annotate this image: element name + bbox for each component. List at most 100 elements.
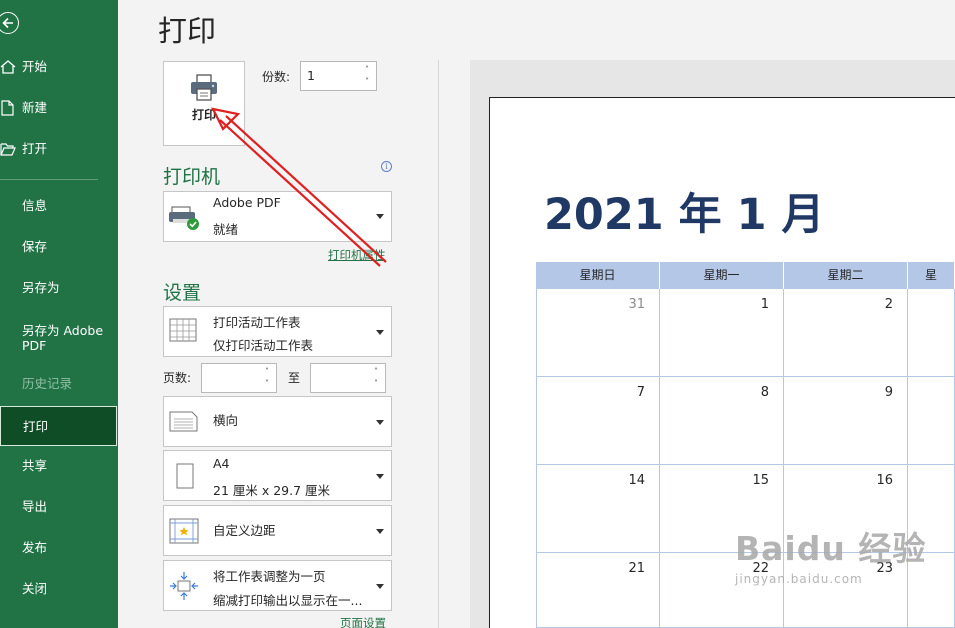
spin-arrows[interactable]: ˄ ˅ xyxy=(371,366,381,390)
spin-arrows[interactable]: ˄ ˅ xyxy=(262,366,272,390)
worksheet-grid-icon xyxy=(169,318,197,342)
margins-dropdown[interactable]: 自定义边距 xyxy=(163,505,392,556)
sidebar-item-label: 历史记录 xyxy=(22,376,73,391)
copies-label: 份数: xyxy=(262,70,291,84)
sidebar-item-open[interactable]: 打开 xyxy=(0,129,118,169)
sidebar-item-publish[interactable]: 发布 xyxy=(0,528,118,568)
sidebar-item-label: 共享 xyxy=(22,458,48,473)
pages-from-stepper[interactable]: ˄ ˅ xyxy=(201,363,277,393)
spin-arrows[interactable]: ˄ ˅ xyxy=(362,64,372,88)
print-button-label: 打印 xyxy=(191,108,216,122)
chevron-down-icon[interactable]: ˅ xyxy=(262,378,272,390)
chevron-up-icon[interactable]: ˄ xyxy=(262,366,272,378)
sidebar-item-label: 打开 xyxy=(22,141,48,156)
chevron-down-icon[interactable]: ˅ xyxy=(371,378,381,390)
sidebar-item-label: 导出 xyxy=(22,499,48,514)
sidebar-item-label: 新建 xyxy=(22,100,48,115)
paper-size-dimensions: 21 厘米 x 29.7 厘米 xyxy=(213,483,331,498)
landscape-page-icon xyxy=(169,411,198,432)
sidebar-item-print[interactable]: 打印 xyxy=(0,406,117,446)
print-button[interactable]: 打印 xyxy=(163,61,245,146)
sidebar-item-label: 打印 xyxy=(23,419,49,434)
calendar-day-number: 1 xyxy=(760,297,769,312)
printer-name: Adobe PDF xyxy=(213,195,281,210)
calendar-day-number: 15 xyxy=(752,473,769,488)
caret-down-icon xyxy=(376,214,384,219)
calendar-header-cell: 星期日 xyxy=(536,262,660,289)
margins-value: 自定义边距 xyxy=(213,523,276,538)
sidebar-item-history: 历史记录 xyxy=(0,364,118,404)
settings-section-title: 设置 xyxy=(163,282,202,304)
page-setup-link[interactable]: 页面设置 xyxy=(340,615,386,628)
printer-properties-link[interactable]: 打印机属性 xyxy=(328,247,386,263)
calendar-day-number: 21 xyxy=(628,561,645,576)
watermark-main: Baidu 经验 xyxy=(735,529,927,568)
sidebar-item-label: 信息 xyxy=(22,198,48,213)
calendar-day-cell: 1 xyxy=(660,289,784,377)
sidebar-item-save-as[interactable]: 另存为 xyxy=(0,268,118,308)
calendar-day-cell xyxy=(908,377,955,465)
sidebar-item-share[interactable]: 共享 xyxy=(0,446,118,486)
info-icon[interactable]: i xyxy=(381,161,392,172)
pages-label: 页数: xyxy=(163,371,192,385)
portrait-page-icon xyxy=(176,463,194,489)
printer-section-title: 打印机 xyxy=(163,166,221,188)
calendar-day-cell: 21 xyxy=(536,553,660,628)
backstage-sidebar: 开始 新建 打开 信息 保存 另存为 另存为 Adobe PDF 历史记录 打印… xyxy=(0,0,118,628)
scaling-dropdown[interactable]: 将工作表调整为一页 缩减打印输出以显示在一... xyxy=(163,560,392,611)
page-title: 打印 xyxy=(158,14,217,48)
sidebar-separator xyxy=(0,179,98,180)
orientation-value: 横向 xyxy=(213,413,239,428)
chevron-up-icon[interactable]: ˄ xyxy=(362,64,372,76)
sidebar-item-home[interactable]: 开始 xyxy=(0,47,118,87)
orientation-dropdown[interactable]: 横向 xyxy=(163,396,392,447)
calendar-day-number: 9 xyxy=(884,385,893,400)
sidebar-item-save[interactable]: 保存 xyxy=(0,227,118,267)
printer-dropdown[interactable]: Adobe PDF 就绪 xyxy=(163,191,392,242)
arrow-left-icon xyxy=(2,17,13,29)
sidebar-item-label: 开始 xyxy=(22,59,48,74)
calendar-day-cell: 8 xyxy=(660,377,784,465)
calendar-header-cell: 星期二 xyxy=(784,262,908,289)
fit-to-page-icon xyxy=(170,572,198,600)
sidebar-item-close[interactable]: 关闭 xyxy=(0,569,118,609)
folder-open-icon xyxy=(0,143,16,156)
sidebar-item-label: 保存 xyxy=(22,239,48,254)
printer-ready-icon xyxy=(169,206,199,230)
scaling-description: 缩减打印输出以显示在一... xyxy=(213,593,363,608)
excel-backstage-print-view: 开始 新建 打开 信息 保存 另存为 另存为 Adobe PDF 历史记录 打印… xyxy=(0,0,955,628)
caret-down-icon xyxy=(376,420,384,425)
baidu-watermark: Baidu 经验 jingyan.baidu.com xyxy=(735,522,926,586)
sidebar-item-info[interactable]: 信息 xyxy=(0,186,118,226)
printer-icon xyxy=(191,74,217,101)
calendar-day-cell: 31 xyxy=(536,289,660,377)
calendar-day-number: 7 xyxy=(636,385,645,400)
calendar-day-cell: 9 xyxy=(784,377,908,465)
chevron-up-icon[interactable]: ˄ xyxy=(371,366,381,378)
calendar-day-cell: 7 xyxy=(536,377,660,465)
sidebar-item-label: 另存为 Adobe PDF xyxy=(22,323,104,353)
calendar-header-cell: 星期一 xyxy=(660,262,784,289)
chevron-down-icon[interactable]: ˅ xyxy=(362,76,372,88)
caret-down-icon xyxy=(376,330,384,335)
printer-status: 就绪 xyxy=(213,222,239,237)
paper-size-dropdown[interactable]: A4 21 厘米 x 29.7 厘米 xyxy=(163,450,392,501)
caret-down-icon xyxy=(376,529,384,534)
calendar-day-number: 14 xyxy=(628,473,645,488)
caret-down-icon xyxy=(376,584,384,589)
print-scope-dropdown[interactable]: 打印活动工作表 仅打印活动工作表 xyxy=(163,306,392,357)
pages-to-label: 至 xyxy=(288,371,301,385)
sidebar-item-new[interactable]: 新建 xyxy=(0,88,118,128)
sidebar-item-label: 另存为 xyxy=(22,280,60,295)
copies-stepper[interactable]: 1 ˄ ˅ xyxy=(300,61,377,91)
pages-to-stepper[interactable]: ˄ ˅ xyxy=(310,363,386,393)
sidebar-item-export[interactable]: 导出 xyxy=(0,487,118,527)
calendar-title: 2021 年 1 月 xyxy=(544,190,825,240)
calendar-day-number: 2 xyxy=(884,297,893,312)
calendar-day-cell xyxy=(908,289,955,377)
sidebar-item-save-as-adobe-pdf[interactable]: 另存为 Adobe PDF xyxy=(0,318,110,364)
back-button[interactable] xyxy=(0,12,19,34)
caret-down-icon xyxy=(376,474,384,479)
calendar-day-number: 31 xyxy=(628,297,645,312)
sidebar-item-label: 发布 xyxy=(22,540,48,555)
